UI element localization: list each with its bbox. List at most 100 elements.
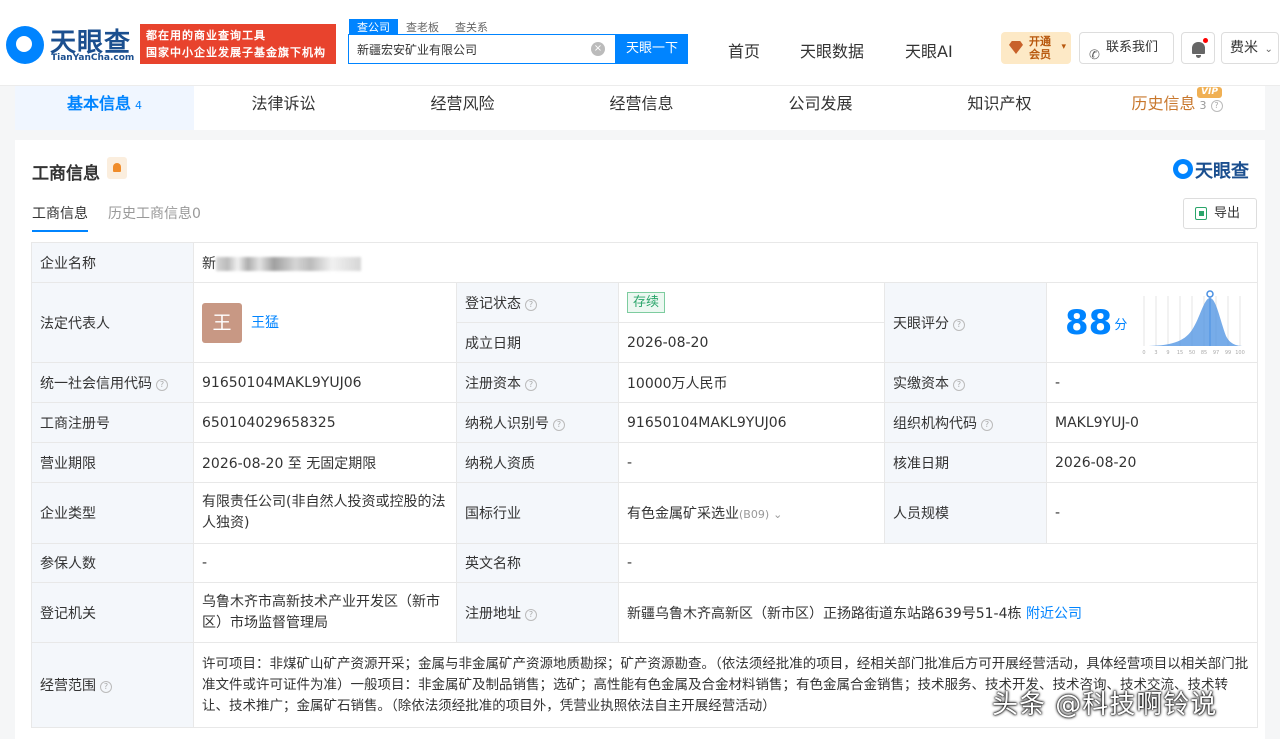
tab-operation[interactable]: 经营信息	[552, 86, 731, 130]
tab-count: 4	[135, 99, 142, 112]
authority-value: 乌鲁木齐市高新技术产业开发区（新市区）市场监督管理局	[193, 582, 457, 643]
search-button[interactable]: 天眼一下	[616, 34, 688, 64]
vip-button[interactable]: 开通 会员 ▾	[1001, 32, 1071, 64]
reg-capital-label: 注册资本?	[456, 362, 619, 403]
industry-label: 国标行业	[456, 482, 619, 544]
vip-line-1: 开通	[1029, 35, 1051, 48]
reg-no-value: 650104029658325	[193, 402, 457, 443]
credit-code-label: 统一社会信用代码?	[31, 362, 194, 403]
company-type-value: 有限责任公司(非自然人投资或控股的法人独资)	[193, 482, 457, 544]
help-icon[interactable]: ?	[1210, 100, 1223, 112]
tab-label: 知识产权	[967, 94, 1032, 113]
score-number: 88	[1065, 302, 1113, 343]
table-row: 统一社会信用代码? 91650104MAKL9YUJ06 注册资本? 10000…	[31, 362, 1259, 403]
axis-tick: 0	[1142, 350, 1145, 356]
tab-label: 历史信息	[1131, 94, 1196, 113]
credit-code-label-text: 统一社会信用代码	[40, 375, 152, 392]
table-row: 登记机关 乌鲁木齐市高新技术产业开发区（新市区）市场监督管理局 注册地址? 新疆…	[31, 582, 1259, 643]
company-name-value: 新	[192, 242, 1259, 283]
help-icon[interactable]: ?	[525, 298, 537, 311]
table-row: 法定代表人 王王猛 登记状态? 存续 天眼评分? 88 分 0 3 9 15 5…	[31, 282, 1259, 363]
tab-legal[interactable]: 法律诉讼	[194, 86, 373, 130]
help-icon[interactable]: ?	[100, 681, 112, 693]
avatar: 王	[202, 302, 242, 343]
chevron-down-icon: ⌄	[773, 508, 783, 521]
taxpayer-id-value: 91650104MAKL9YUJ06	[618, 402, 885, 443]
score-unit: 分	[1114, 317, 1128, 333]
established-value: 2026-08-20	[618, 322, 885, 363]
term-label: 营业期限	[31, 442, 194, 483]
address-label: 注册地址?	[456, 582, 619, 643]
export-label: 导出	[1214, 206, 1241, 221]
approval-date-value: 2026-08-20	[1045, 442, 1259, 483]
company-name-text: 新	[202, 255, 216, 272]
brand-eye-icon	[1173, 159, 1193, 179]
legal-rep-link[interactable]: 王猛	[251, 315, 279, 331]
axis-tick: 85	[1201, 350, 1207, 356]
subscribe-bell-icon[interactable]	[107, 157, 127, 179]
address-value: 新疆乌鲁木齐高新区（新市区）正扬路街道东站路639号51-4栋 附近公司	[617, 582, 1259, 643]
vip-tag: VIP	[1197, 87, 1222, 98]
nearby-companies-link[interactable]: 附近公司	[1026, 606, 1082, 622]
promo-banner[interactable]: 都在用的商业查询工具 国家中小企业发展子基金旗下机构	[140, 24, 336, 64]
contact-label: 联系我们	[1106, 40, 1159, 55]
axis-tick: 99	[1225, 350, 1231, 356]
caret-down-icon: ▾	[1061, 42, 1066, 52]
staff-size-label: 人员规模	[884, 482, 1047, 544]
english-name-value: -	[617, 543, 1259, 583]
taxpayer-id-label: 纳税人识别号?	[456, 402, 619, 443]
clear-icon[interactable]: ×	[591, 42, 605, 56]
legal-rep-label: 法定代表人	[31, 282, 194, 363]
scope-label-text: 经营范围	[40, 678, 96, 694]
help-icon[interactable]: ?	[156, 378, 168, 391]
section-title: 工商信息	[32, 164, 100, 184]
status-badge: 存续	[627, 292, 666, 313]
subtab-history-business-info[interactable]: 历史工商信息0	[108, 203, 201, 223]
tab-history[interactable]: 历史信息 3?	[1089, 86, 1265, 130]
contact-button[interactable]: ✆ 联系我们	[1079, 32, 1174, 64]
approval-date-label: 核准日期	[884, 442, 1047, 483]
taxpayer-id-label-text: 纳税人识别号	[465, 415, 549, 432]
logo-domain: TianYanCha.com	[51, 53, 135, 63]
logo-eye-icon	[6, 26, 44, 64]
tab-development[interactable]: 公司发展	[731, 86, 910, 130]
nav-ai[interactable]: 天眼AI	[905, 38, 953, 62]
address-text: 新疆乌鲁木齐高新区（新市区）正扬路街道东站路639号51-4栋	[627, 605, 1022, 622]
help-icon[interactable]: ?	[953, 378, 965, 391]
nav-data[interactable]: 天眼数据	[800, 38, 864, 62]
tab-risk[interactable]: 经营风险	[373, 86, 552, 130]
user-menu[interactable]: 费米 ⌄	[1221, 32, 1279, 64]
search-input[interactable]	[349, 35, 579, 63]
help-icon[interactable]: ?	[953, 318, 965, 331]
help-icon[interactable]: ?	[553, 418, 565, 431]
taxpayer-qual-label: 纳税人资质	[456, 442, 619, 483]
help-icon[interactable]: ?	[525, 378, 537, 391]
help-icon[interactable]: ?	[525, 608, 537, 621]
industry-value[interactable]: 有色金属矿采选业(B09) ⌄	[618, 482, 885, 544]
paid-capital-label-text: 实缴资本	[893, 375, 949, 392]
industry-code: (B09)	[739, 508, 770, 521]
logo[interactable]: 天眼查 TianYanCha.com	[6, 24, 136, 68]
section-brand-logo: 天眼查	[1173, 157, 1257, 182]
axis-tick: 3	[1154, 350, 1157, 356]
user-name: 费米	[1230, 40, 1258, 56]
nav-home[interactable]: 首页	[728, 38, 760, 62]
score-marker	[1206, 289, 1214, 298]
english-name-label: 英文名称	[456, 543, 619, 583]
table-row: 参保人数 - 英文名称 -	[31, 543, 1259, 583]
notification-button[interactable]	[1181, 32, 1215, 64]
export-button[interactable]: 导出	[1183, 198, 1257, 229]
tab-label: 基本信息	[66, 94, 131, 113]
reg-capital-label-text: 注册资本	[465, 375, 521, 392]
tab-basic-info[interactable]: 基本信息 4	[15, 86, 194, 130]
insured-value: -	[193, 543, 457, 583]
paid-capital-label: 实缴资本?	[884, 362, 1047, 403]
score-value[interactable]: 88 分 0 3 9 15 50 85 97 99 100	[1045, 282, 1259, 363]
axis-tick: 100	[1235, 350, 1245, 356]
industry-text: 有色金属矿采选业	[627, 506, 739, 522]
tab-ip[interactable]: 知识产权	[910, 86, 1089, 130]
subtab-business-info[interactable]: 工商信息	[32, 203, 88, 232]
paid-capital-value: -	[1045, 362, 1259, 403]
help-icon[interactable]: ?	[981, 418, 993, 431]
redacted-blur	[216, 256, 361, 271]
